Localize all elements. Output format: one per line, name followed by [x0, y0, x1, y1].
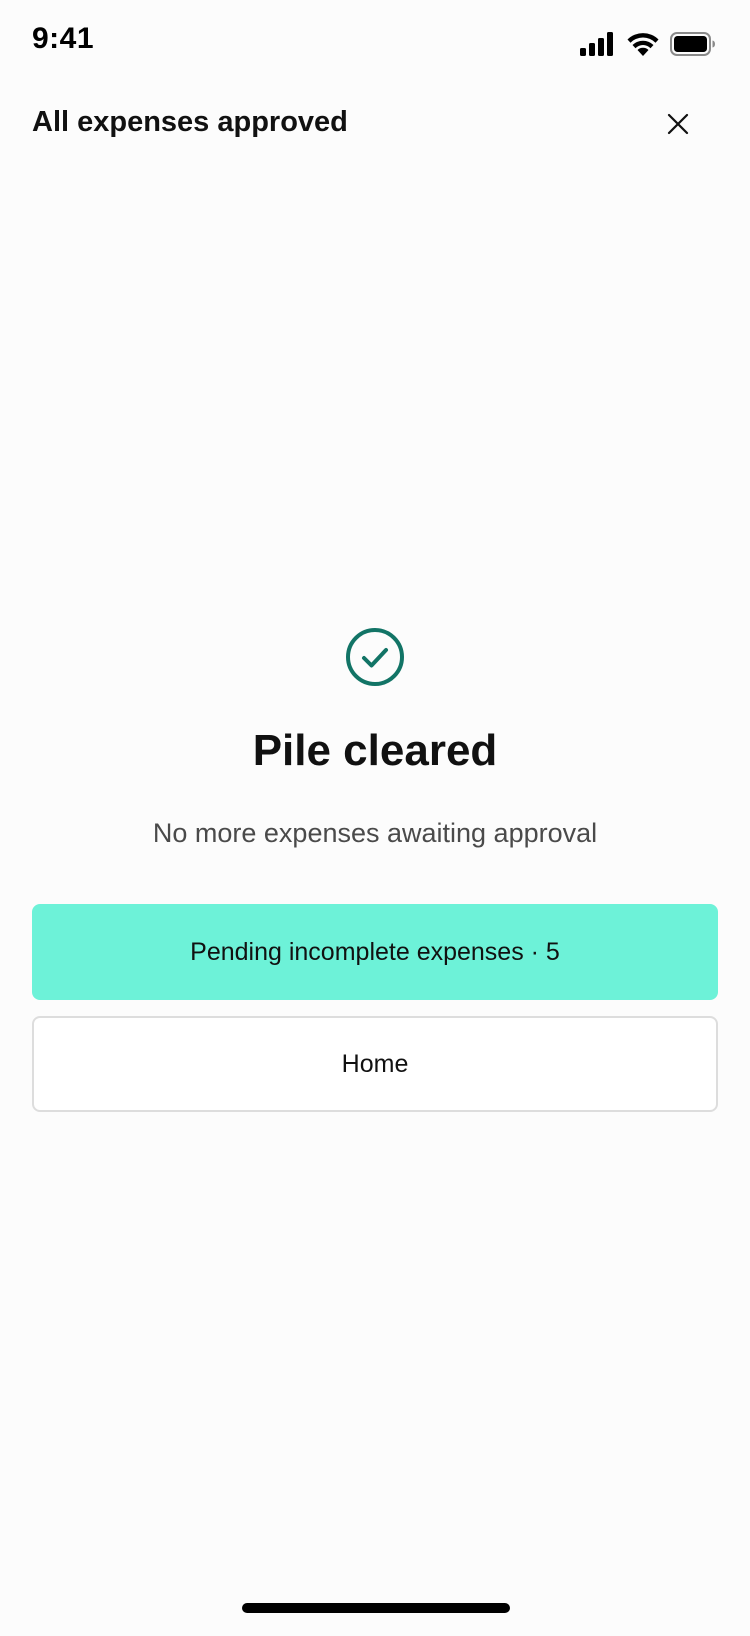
pending-incomplete-expenses-button[interactable]: Pending incomplete expenses · 5 [32, 904, 718, 1000]
check-circle-icon [344, 626, 406, 688]
close-button[interactable] [656, 104, 700, 148]
home-button-label: Home [341, 1049, 409, 1078]
page-title: All expenses approved [32, 106, 348, 138]
battery-icon [670, 31, 716, 61]
status-icons [580, 31, 716, 62]
empty-state-subtitle: No more expenses awaiting approval [152, 818, 598, 848]
screen: 9:41 All expenses approved Pile cleared … [0, 0, 750, 1636]
home-button[interactable]: Home [32, 1016, 718, 1112]
wifi-icon [626, 31, 660, 62]
close-icon [667, 113, 689, 140]
cellular-signal-icon [580, 31, 616, 61]
pending-incomplete-expenses-label: Pending incomplete expenses · 5 [190, 937, 560, 966]
empty-state-title: Pile cleared [252, 726, 498, 775]
home-indicator[interactable] [242, 1603, 510, 1613]
status-time: 9:41 [32, 22, 95, 55]
status-bar: 9:41 [0, 0, 750, 88]
